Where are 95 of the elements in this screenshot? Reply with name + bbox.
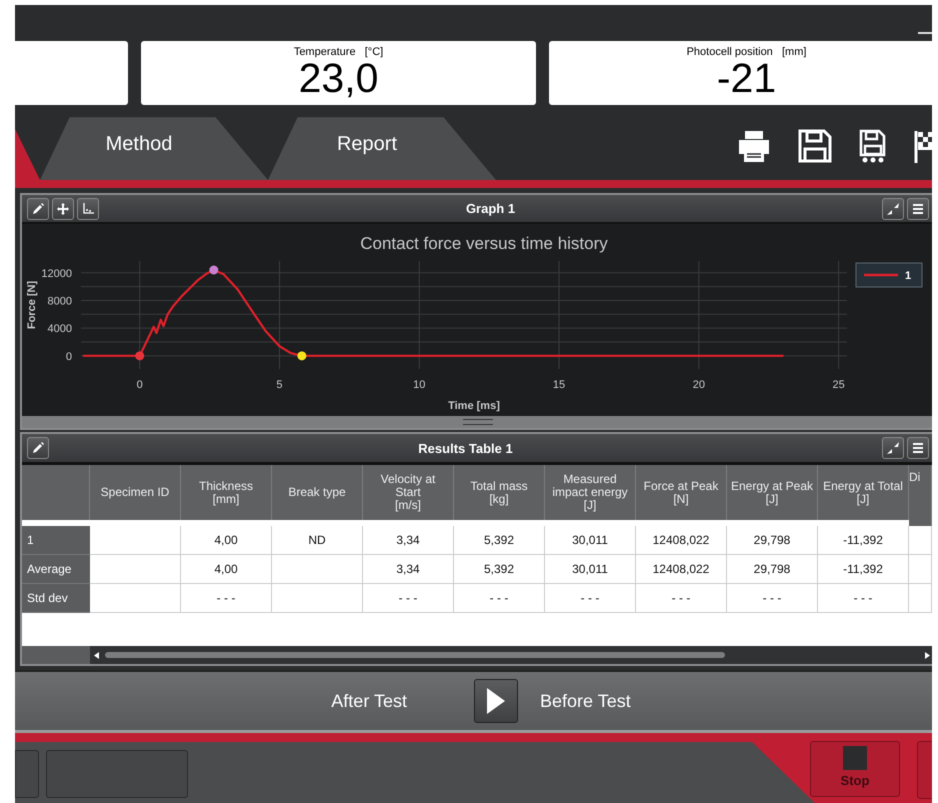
table-cell: 4,00 <box>181 555 272 584</box>
column-header[interactable]: Di <box>909 465 932 526</box>
printer-icon[interactable] <box>736 129 772 163</box>
after-test-label[interactable]: After Test <box>257 690 407 712</box>
y-tick-label: 12000 <box>41 268 72 280</box>
table-cell: - - - <box>636 584 727 613</box>
tab[interactable]: Report <box>268 116 496 180</box>
point-marker[interactable] <box>135 351 144 360</box>
empty-cell <box>909 584 932 613</box>
x-tick-label: 5 <box>276 379 283 391</box>
column-header[interactable]: Velocity at Start [m/s] <box>363 465 454 520</box>
table-cell: -11,392 <box>818 526 909 555</box>
scroll-left-icon[interactable] <box>94 652 99 658</box>
column-header[interactable]: Specimen ID <box>90 465 181 520</box>
expand-button[interactable] <box>882 198 904 220</box>
play-button[interactable] <box>474 679 518 723</box>
table-cell: 3,34 <box>363 555 454 584</box>
legend-label[interactable]: 1 <box>905 270 912 282</box>
pencil-icon <box>31 202 45 216</box>
legend-line <box>864 274 898 276</box>
move-button[interactable] <box>52 198 74 220</box>
x-tick-label: 20 <box>692 379 705 391</box>
save-multiple-icon[interactable] <box>858 129 888 163</box>
menu-icon <box>911 441 925 455</box>
column-header[interactable]: Measured impact energy [J] <box>545 465 636 520</box>
column-header[interactable]: Force at Peak [N] <box>636 465 727 520</box>
panel-title: Graph 1 <box>464 201 516 216</box>
save-icon[interactable] <box>798 129 832 163</box>
readout-value: -21 <box>716 58 776 98</box>
x-tick-label: 0 <box>136 379 143 391</box>
legend-box <box>856 262 922 288</box>
pencil-icon <box>31 441 45 455</box>
expand-icon <box>886 202 900 216</box>
axis-button[interactable] <box>77 198 99 220</box>
pencil-button[interactable] <box>27 198 49 220</box>
x-axis-title: Time [ms] <box>448 400 500 412</box>
panel-title: Results Table 1 <box>417 440 514 456</box>
table-cell: 3,34 <box>363 526 454 555</box>
point-marker[interactable] <box>297 351 306 360</box>
empty-cell <box>909 555 932 584</box>
menu-icon <box>911 202 925 216</box>
column-header[interactable]: Total mass [kg] <box>454 465 545 520</box>
menu-button[interactable] <box>907 437 929 459</box>
chart-title: Contact force versus time history <box>360 234 608 253</box>
y-tick-label: 0 <box>66 350 72 363</box>
table-cell: 29,798 <box>727 555 818 584</box>
pencil-button[interactable] <box>27 437 49 459</box>
x-tick-label: 10 <box>413 379 426 391</box>
table-cell: - - - <box>363 584 454 613</box>
column-header[interactable]: Break type <box>272 465 363 520</box>
table-cell: - - - <box>545 584 636 613</box>
table-cell: - - - <box>727 584 818 613</box>
y-tick-label: 4000 <box>48 323 72 336</box>
column-header[interactable]: Thickness [mm] <box>181 465 272 520</box>
table-cell: 30,011 <box>545 555 636 584</box>
expand-icon <box>886 441 900 455</box>
grip-icon <box>463 419 493 425</box>
readout-label: Temperature [°C] <box>294 46 384 58</box>
before-test-label[interactable]: Before Test <box>540 690 690 712</box>
y-tick-label: 8000 <box>48 295 72 308</box>
axis-icon <box>81 202 95 216</box>
x-tick-label: 25 <box>832 379 845 391</box>
checkered-flag-icon[interactable] <box>914 129 932 163</box>
header-corner <box>22 465 90 520</box>
row-header: Std dev <box>22 584 90 613</box>
play-icon <box>487 688 505 714</box>
point-marker[interactable] <box>209 266 218 274</box>
table-cell: ND <box>272 526 363 555</box>
table-cell: -11,392 <box>818 555 909 584</box>
menu-button[interactable] <box>907 198 929 220</box>
table-cell: 29,798 <box>727 526 818 555</box>
table-cell: - - - <box>818 584 909 613</box>
table-cell: - - - <box>454 584 545 613</box>
y-axis-title: Force [N] <box>26 280 38 330</box>
table-cell: 5,392 <box>454 555 545 584</box>
table-cell: 4,00 <box>181 526 272 555</box>
x-tick-label: 15 <box>552 379 566 391</box>
row-header: 1 <box>22 526 90 555</box>
table-cell: 5,392 <box>454 526 545 555</box>
scrollbar-corner <box>22 646 90 664</box>
column-header[interactable]: Energy at Total [J] <box>818 465 909 520</box>
minimize-icon[interactable] <box>918 31 932 35</box>
readout-label: Photocell position [mm] <box>686 46 806 58</box>
expand-button[interactable] <box>882 437 904 459</box>
move-icon <box>56 202 70 216</box>
table-cell: - - - <box>181 584 272 613</box>
row-header: Average <box>22 555 90 584</box>
readout-value: 23,0 <box>298 58 378 98</box>
scroll-right-icon[interactable] <box>925 652 930 658</box>
column-header[interactable]: Energy at Peak [J] <box>727 465 818 520</box>
stop-icon <box>843 746 867 770</box>
table-cell: 12408,022 <box>636 555 727 584</box>
table-cell: 12408,022 <box>636 526 727 555</box>
table-cell: 30,011 <box>545 526 636 555</box>
tab[interactable]: Method <box>40 116 268 180</box>
